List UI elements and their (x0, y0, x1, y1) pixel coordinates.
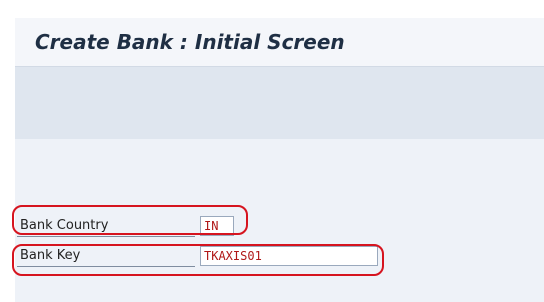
bank-key-label: Bank Key (17, 245, 195, 267)
bank-key-field[interactable] (200, 246, 378, 266)
title-bar: Create Bank : Initial Screen (15, 18, 544, 66)
page-title: Create Bank : Initial Screen (35, 30, 345, 54)
screen-frame: Create Bank : Initial Screen Bank Countr… (15, 18, 544, 302)
sap-screen: Create Bank : Initial Screen Bank Countr… (0, 0, 544, 302)
application-toolbar (15, 66, 544, 140)
bank-country-label: Bank Country (17, 215, 195, 237)
selection-area: Bank Country Bank Key (15, 139, 544, 302)
bank-country-field[interactable] (200, 216, 234, 236)
